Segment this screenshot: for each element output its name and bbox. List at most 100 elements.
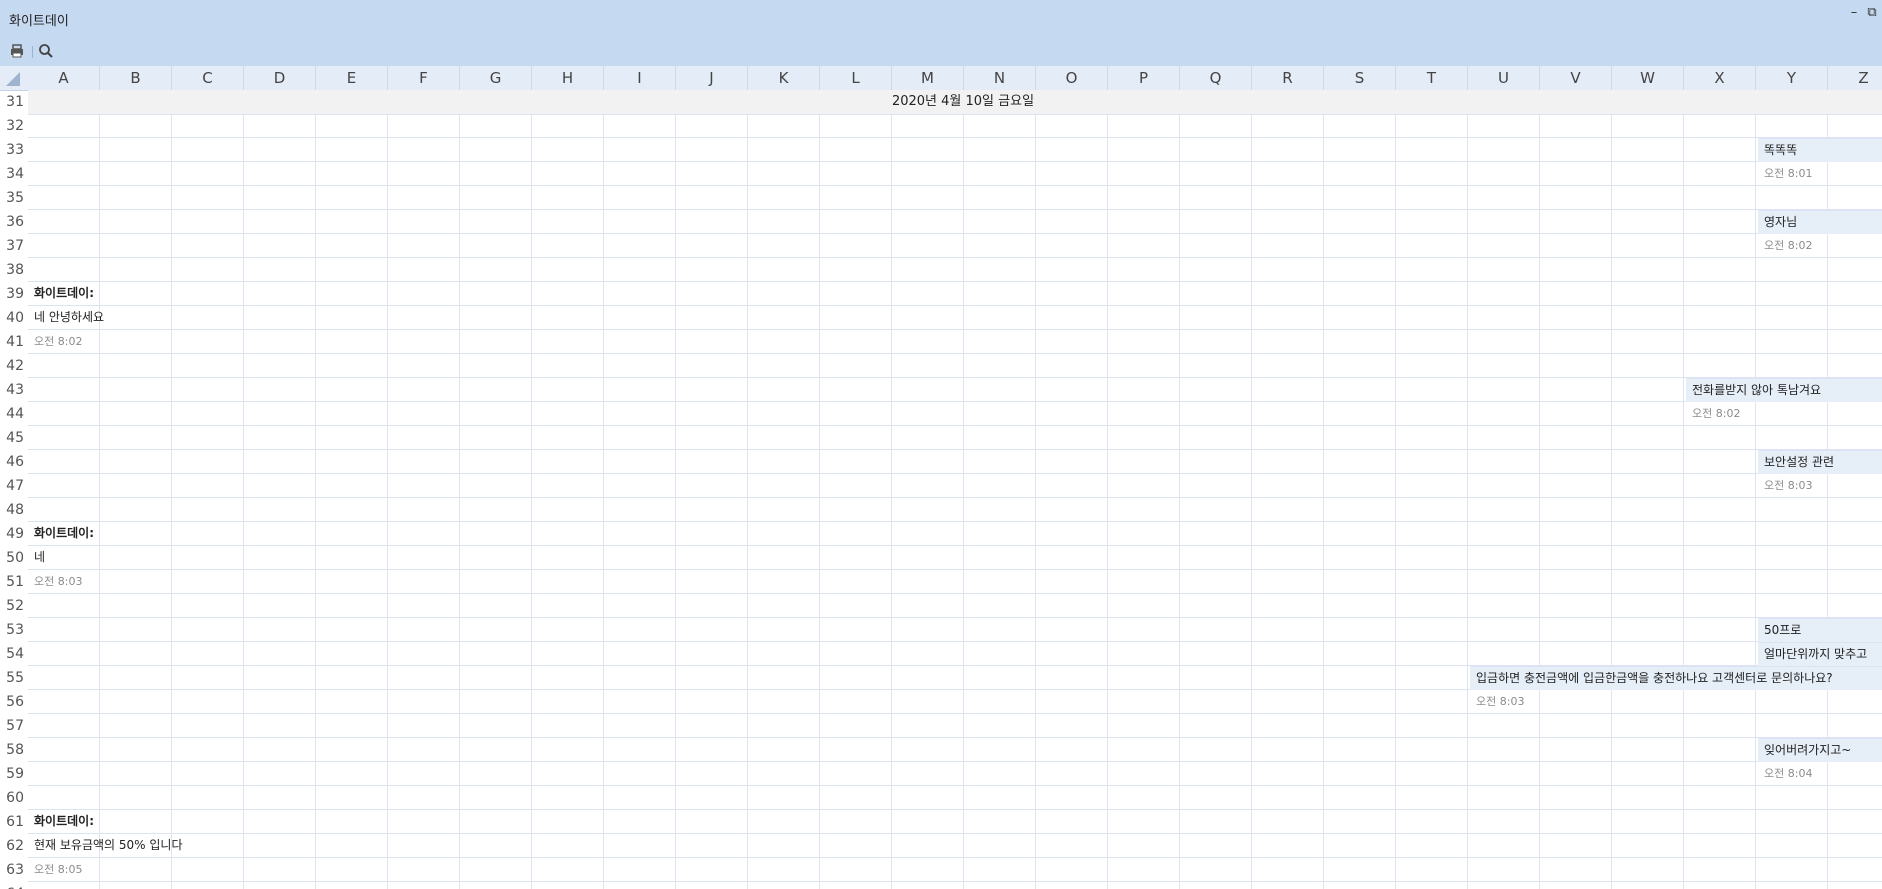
column-header[interactable]: T [1396,66,1468,90]
row-header[interactable]: 44 [0,402,28,426]
message-sender: 화이트데이: [34,526,94,540]
column-header[interactable]: F [388,66,460,90]
row-header[interactable]: 47 [0,474,28,498]
row-header[interactable]: 34 [0,162,28,186]
row-header[interactable]: 41 [0,330,28,354]
message-time: 오전 8:01 [1764,167,1813,180]
title-bar: 화이트데이 – ⧉ [0,0,1882,36]
row-header[interactable]: 59 [0,762,28,786]
column-header[interactable]: E [316,66,388,90]
column-header-bar: ABCDEFGHIJKLMNOPQRSTUVWXYZ [28,66,1882,91]
column-header[interactable]: N [964,66,1036,90]
column-header[interactable]: C [172,66,244,90]
row-header[interactable]: 46 [0,450,28,474]
row-header[interactable]: 42 [0,354,28,378]
row-header[interactable]: 56 [0,690,28,714]
row-header[interactable]: 33 [0,138,28,162]
column-header[interactable]: H [532,66,604,90]
message-time: 오전 8:02 [1692,407,1741,420]
row-header[interactable]: 51 [0,570,28,594]
cell-area[interactable] [28,90,1882,889]
message-bubble: 50프로 [1758,618,1882,642]
message-sender: 화이트데이: [34,286,94,300]
column-header[interactable]: Q [1180,66,1252,90]
row-header[interactable]: 37 [0,234,28,258]
message-text: 네 [34,550,46,564]
toolbar-separator [32,46,33,58]
message-text: 네 안녕하세요 [34,310,105,324]
minimize-button[interactable]: – [1846,4,1862,22]
column-header[interactable]: Z [1828,66,1882,90]
row-header[interactable]: 53 [0,618,28,642]
column-header[interactable]: L [820,66,892,90]
column-header[interactable]: I [604,66,676,90]
row-header[interactable]: 50 [0,546,28,570]
column-header[interactable]: O [1036,66,1108,90]
window-title: 화이트데이 [9,14,69,29]
column-header[interactable]: Y [1756,66,1828,90]
row-header[interactable]: 39 [0,282,28,306]
app-window: 화이트데이 – ⧉ A B C D E F G H I J K L M N O … [0,0,1882,889]
message-time: 오전 8:05 [34,863,83,876]
row-header[interactable]: 48 [0,498,28,522]
message-bubble: 영자님 [1758,210,1882,234]
print-icon [11,44,23,58]
column-header[interactable]: W [1612,66,1684,90]
row-header[interactable]: 35 [0,186,28,210]
row-header[interactable]: 58 [0,738,28,762]
column-header[interactable]: D [244,66,316,90]
column-header[interactable]: K [748,66,820,90]
message-time: 오전 8:03 [1476,695,1525,708]
message-bubble: 얼마단위까지 맞추고 [1758,642,1882,666]
message-bubble: 전화를받지 않아 톡남겨요 [1686,378,1882,402]
row-header[interactable]: 64 [0,882,28,889]
column-header[interactable]: U [1468,66,1540,90]
search-icon [39,44,53,58]
row-header[interactable]: 60 [0,786,28,810]
spreadsheet-grid: ABCDEFGHIJKLMNOPQRSTUVWXYZ 31 32 33 34 35 36 3… [0,66,1882,889]
column-header[interactable]: J [676,66,748,90]
row-header[interactable]: 40 [0,306,28,330]
column-header[interactable]: S [1324,66,1396,90]
message-bubble: 입금하면 충전금액에 입금한금액을 충전하나요 고객센터로 문의하나요? [1470,666,1882,690]
message-bubble: 똑똑똑 [1758,138,1882,162]
toolbar [0,36,1882,93]
message-bubble: 잊어버려가지고~ [1758,738,1882,762]
row-header[interactable]: 55 [0,666,28,690]
row-header[interactable]: 62 [0,834,28,858]
column-header[interactable]: R [1252,66,1324,90]
row-header[interactable]: 54 [0,642,28,666]
select-all-icon [6,72,20,86]
column-header[interactable]: V [1540,66,1612,90]
column-header[interactable]: P [1108,66,1180,90]
row-header[interactable]: 45 [0,426,28,450]
row-header[interactable]: 63 [0,858,28,882]
restore-button[interactable]: ⧉ [1864,4,1880,22]
date-divider: 2020년 4월 10일 금요일 [891,94,1035,109]
message-bubble: 보안설정 관련 [1758,450,1882,474]
message-sender: 화이트데이: [34,814,94,828]
row-header[interactable]: 36 [0,210,28,234]
column-header[interactable]: X [1684,66,1756,90]
print-button[interactable] [7,41,27,61]
row-header[interactable]: 61 [0,810,28,834]
row-header[interactable]: 49 [0,522,28,546]
message-text: 현재 보유금액의 50% 입니다 [34,838,183,852]
message-time: 오전 8:03 [1764,479,1813,492]
message-time: 오전 8:02 [34,335,83,348]
row-header[interactable]: 43 [0,378,28,402]
select-all-corner[interactable] [0,66,29,91]
column-header[interactable]: G [460,66,532,90]
row-header[interactable]: 57 [0,714,28,738]
column-header[interactable]: M [892,66,964,90]
column-header[interactable]: B [100,66,172,90]
column-header[interactable]: A [28,66,100,90]
search-button[interactable] [36,41,56,61]
row-header[interactable]: 52 [0,594,28,618]
message-time: 오전 8:03 [34,575,83,588]
row-header[interactable]: 31 [0,90,28,114]
row-header[interactable]: 38 [0,258,28,282]
date-divider-row: 2020년 4월 10일 금요일 [28,90,1882,115]
message-time: 오전 8:02 [1764,239,1813,252]
row-header[interactable]: 32 [0,114,28,138]
